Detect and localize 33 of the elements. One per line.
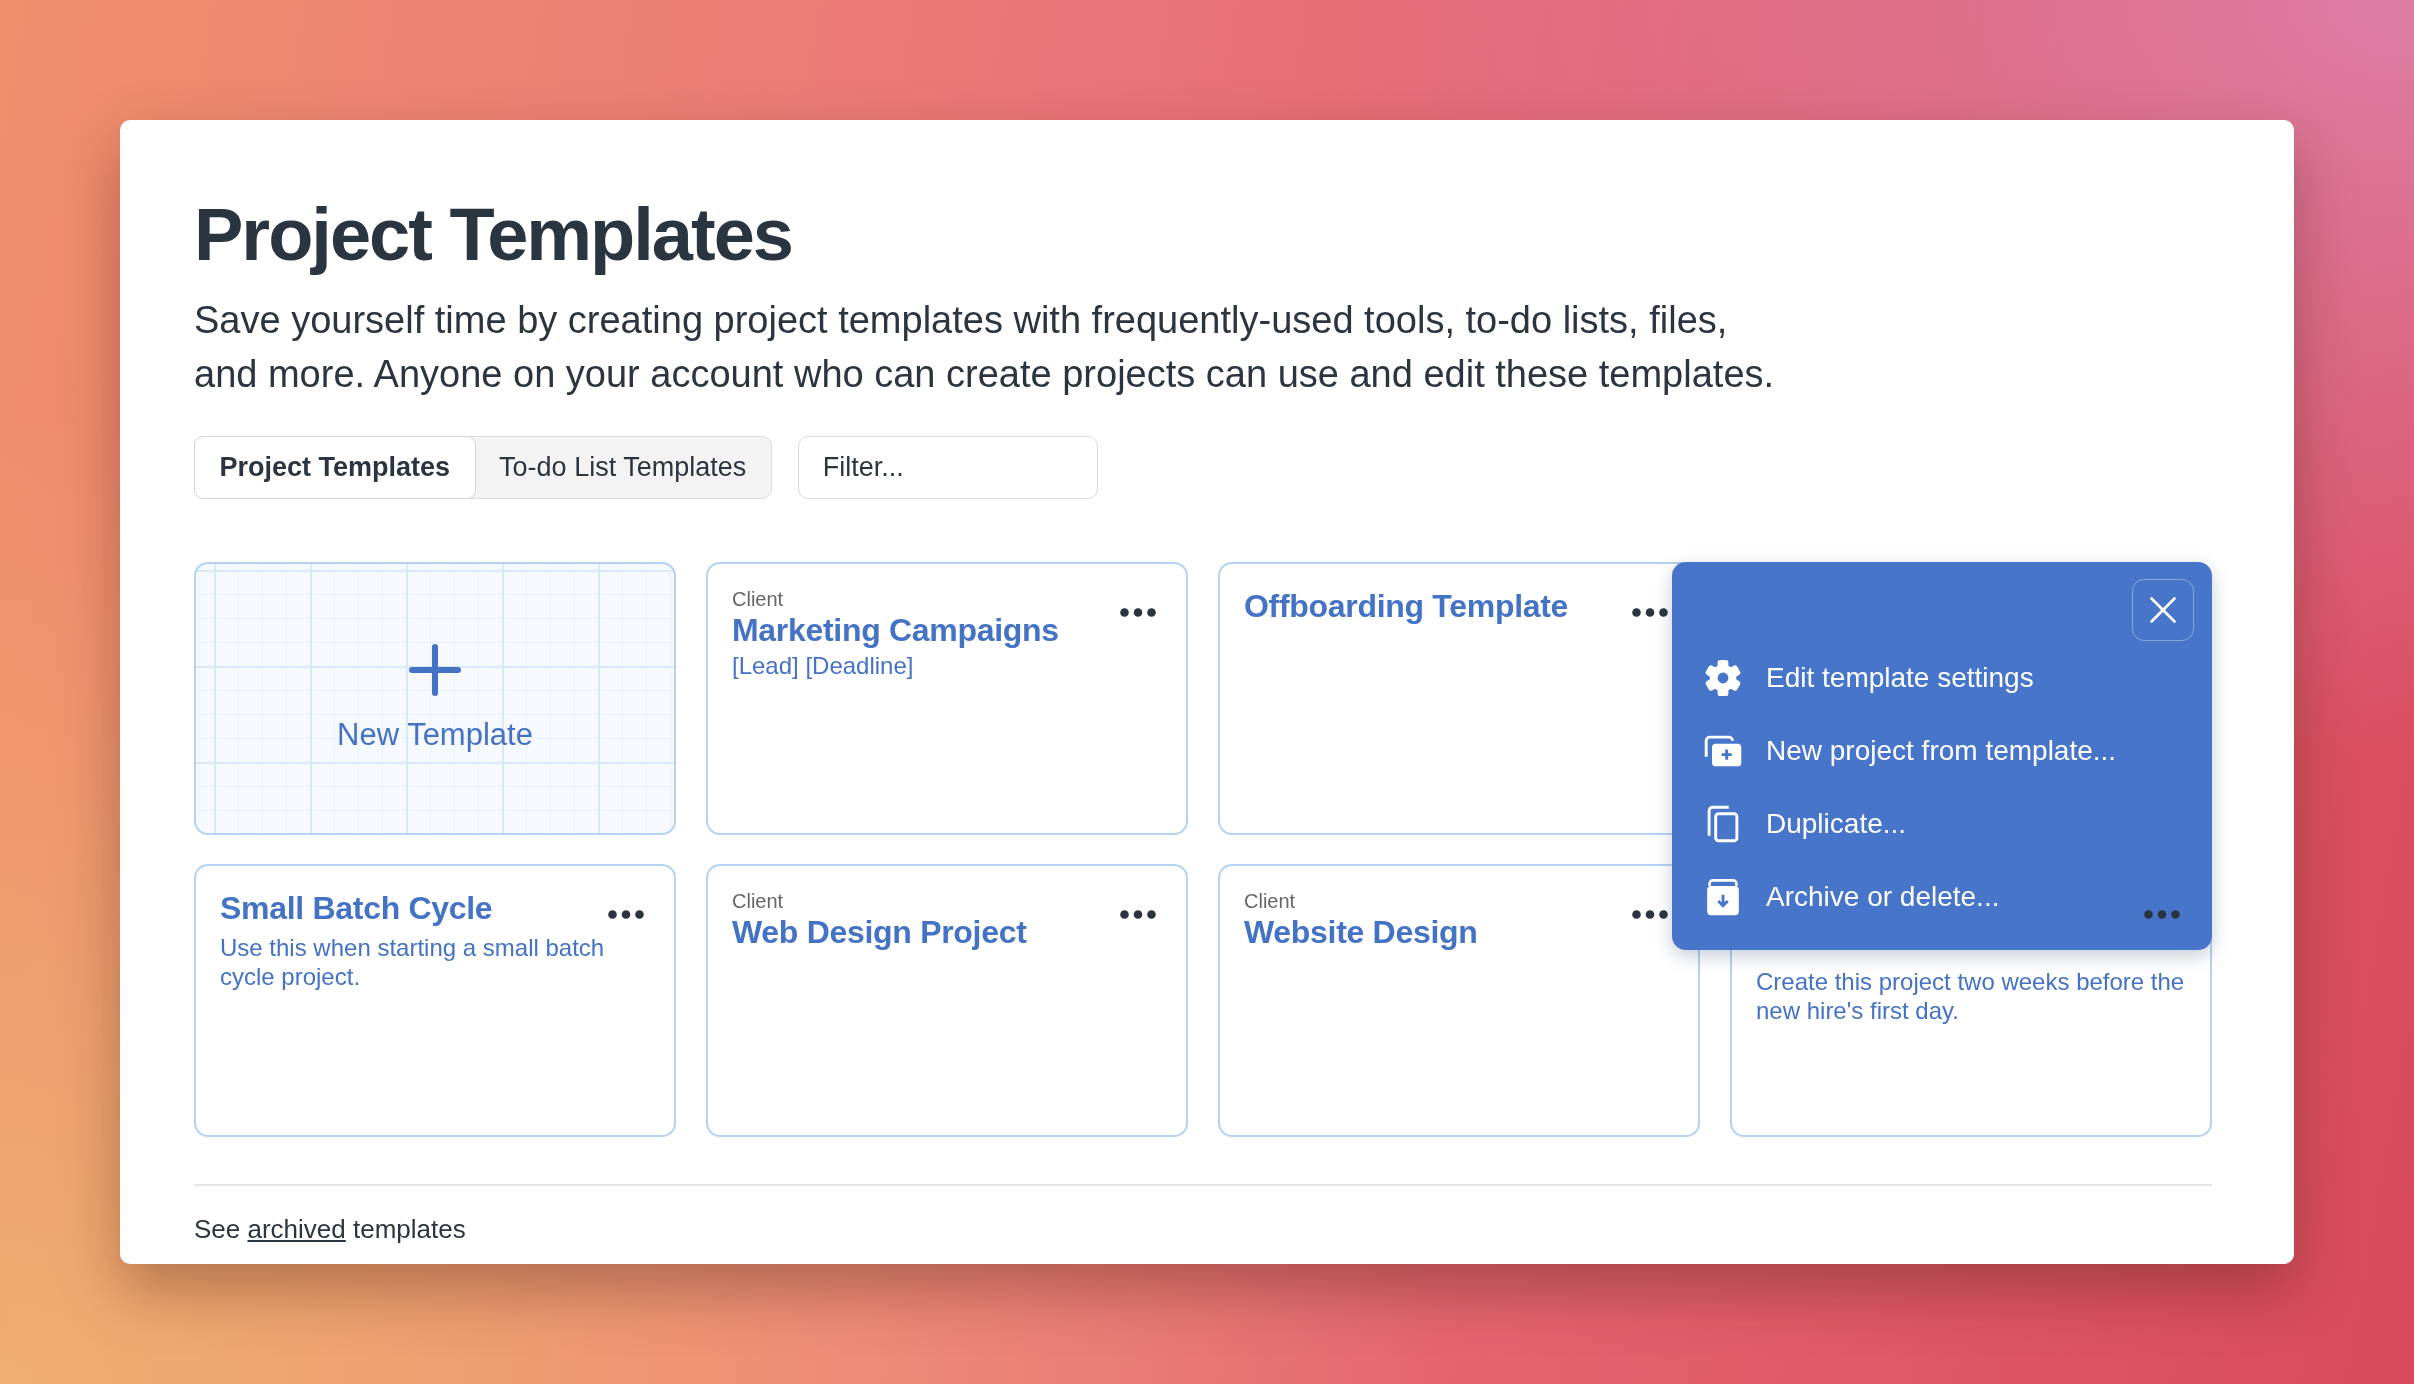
page-title: Project Templates (194, 194, 792, 276)
template-card[interactable]: Small Batch Cycle Use this when starting a small batch cycle project. (194, 864, 676, 1138)
archive-box-icon (1704, 877, 1742, 916)
close-icon (2150, 597, 2176, 624)
ellipsis-icon (1120, 910, 1156, 920)
ellipsis-icon (1632, 608, 1668, 618)
ellipsis-icon (1632, 910, 1668, 920)
ellipsis-icon (2144, 910, 2180, 920)
client-label: Client (732, 889, 784, 914)
archived-link[interactable]: archived (247, 1214, 346, 1245)
template-title: Offboarding Template (1244, 587, 1569, 626)
template-card[interactable]: Client Marketing Campaigns [Lead] [Deadline] (706, 562, 1188, 836)
archived-templates-note: See archived templates (194, 1213, 466, 1246)
template-title: Website Design (1244, 913, 1478, 952)
intro-text: Save yourself time by creating project templates with frequently-used tools, to-do lists, files, and more. Anyone on your account who can create projects can use and edit these templates. (194, 298, 1776, 398)
filter-field[interactable]: Filter... (797, 436, 1098, 500)
ellipsis-icon (608, 910, 644, 920)
template-title: Marketing Campaigns (732, 611, 1059, 650)
template-card[interactable]: Client Website Design (1218, 864, 1700, 1138)
gear-icon (1704, 658, 1742, 697)
template-title: Small Batch Cycle (220, 889, 493, 928)
template-card[interactable]: Client Web Design Project (706, 864, 1188, 1138)
close-button[interactable] (2132, 579, 2194, 642)
template-description: Use this when starting a small batch cycle project. (220, 933, 606, 992)
client-label: Client (732, 587, 784, 612)
template-title: Web Design Project (732, 913, 1027, 952)
ellipsis-icon (1120, 608, 1156, 618)
template-description: [Lead] [Deadline] (732, 651, 915, 681)
plus-icon (409, 644, 461, 697)
client-label: Client (1244, 889, 1296, 914)
template-description: Create this project two weeks before the new hire's first day. (1756, 967, 2186, 1026)
tab[interactable]: Project Templates (193, 435, 477, 499)
new-template-button[interactable]: New Template (194, 562, 676, 836)
